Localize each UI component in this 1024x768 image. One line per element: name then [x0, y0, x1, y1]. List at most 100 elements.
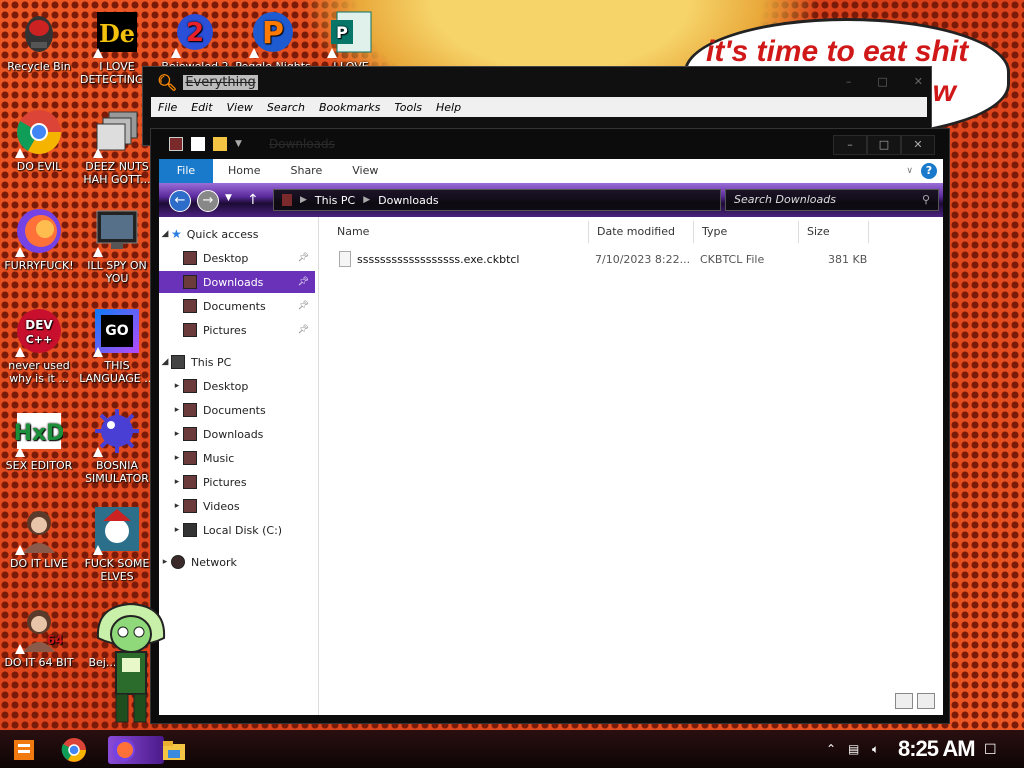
tree-qa-documents[interactable]: Documents 📌︎ [159, 295, 315, 317]
breadcrumb-downloads[interactable]: Downloads [378, 194, 438, 207]
help-icon[interactable]: ? [921, 163, 937, 179]
downloads-folder-icon [183, 275, 197, 289]
desktop-icon-sex-editor[interactable]: HxD SEX EDITOR [0, 407, 78, 472]
column-header-date[interactable]: Date modified [589, 221, 694, 243]
address-bar[interactable]: ▶ This PC ▶ Downloads [273, 189, 721, 211]
desktop-icon-fuck-some-elves[interactable]: FUCK SOME ELVES [78, 505, 156, 583]
tree-pc-desktop[interactable]: ▸ Desktop [159, 375, 315, 397]
chevron-down-icon[interactable]: ▼ [235, 139, 242, 149]
chrome-taskbar-icon[interactable] [60, 736, 88, 764]
pin-icon: 📌︎ [297, 301, 309, 311]
desktop-icon-furryfuck[interactable]: FURRYFUCK! [0, 207, 78, 272]
desktop-icon-do-it-64-bit[interactable]: 64 DO IT 64 BIT [0, 604, 78, 669]
file-list[interactable]: Name Date modified Type Size sssssssssss… [319, 217, 943, 715]
search-input[interactable]: Search Downloads ⚲ [725, 189, 939, 211]
desktop-icon-ill-spy-on-you[interactable]: ILL SPY ON YOU [78, 207, 156, 285]
tree-pc-downloads[interactable]: ▸ Downloads [159, 423, 315, 445]
column-header-type[interactable]: Type [694, 221, 799, 243]
breadcrumb-this-pc[interactable]: This PC [315, 194, 355, 207]
collapse-arrow-icon[interactable]: ▸ [159, 557, 171, 567]
show-hidden-icons-icon[interactable]: ⌃ [826, 742, 836, 756]
tree-qa-desktop[interactable]: Desktop 📌︎ [159, 247, 315, 269]
tree-pc-local-disk[interactable]: ▸ Local Disk (C:) [159, 519, 315, 541]
desktop-icon-dev-cpp[interactable]: DEV C++ never used why is it ... [0, 307, 78, 385]
tree-pc-videos[interactable]: ▸ Videos [159, 495, 315, 517]
tab-home[interactable]: Home [213, 159, 275, 183]
back-button[interactable]: ← [169, 190, 191, 212]
menu-bookmarks[interactable]: Bookmarks [319, 101, 380, 114]
minimize-icon[interactable]: – [846, 75, 852, 88]
menu-search[interactable]: Search [267, 101, 305, 114]
menu-help[interactable]: Help [436, 101, 461, 114]
desktop-icon-recycle-bin[interactable]: Recycle Bin [0, 8, 78, 73]
desktop-icon-this-language[interactable]: GO THIS LANGUAGE ... [78, 307, 156, 385]
new-folder-icon[interactable] [213, 137, 227, 151]
collapse-arrow-icon[interactable]: ▸ [171, 525, 183, 535]
collapse-arrow-icon[interactable]: ▸ [171, 381, 183, 391]
tree-pc-music[interactable]: ▸ Music [159, 447, 315, 469]
large-icons-view-icon[interactable] [917, 693, 935, 709]
up-arrow-icon[interactable]: ↑ [247, 192, 259, 208]
publisher-icon: P [327, 8, 375, 58]
tree-qa-downloads[interactable]: Downloads 📌︎ [159, 271, 315, 293]
navigation-pane[interactable]: ◢ ★ Quick access Desktop 📌︎ Downloads 📌︎… [159, 217, 319, 715]
collapse-arrow-icon[interactable]: ▸ [171, 429, 183, 439]
properties-icon[interactable] [191, 137, 205, 151]
close-icon[interactable]: ✕ [914, 75, 923, 88]
start-button[interactable] [10, 736, 38, 764]
expand-ribbon-icon[interactable]: ∨ [906, 166, 913, 176]
network-icon [171, 555, 185, 569]
bejeweled-icon: 2 [171, 8, 219, 58]
column-header-size[interactable]: Size [799, 221, 869, 243]
file-explorer-taskbar-icon[interactable] [160, 736, 188, 764]
tree-network[interactable]: ▸ Network [159, 551, 315, 573]
menu-tools[interactable]: Tools [394, 101, 422, 114]
minimize-icon[interactable]: – [833, 135, 867, 155]
desktop-icon-do-it-live[interactable]: DO IT LIVE [0, 505, 78, 570]
collapse-arrow-icon[interactable]: ▸ [171, 405, 183, 415]
tree-qa-pictures[interactable]: Pictures 📌︎ [159, 319, 315, 341]
desktop-icon-do-evil[interactable]: DO EVIL [0, 108, 78, 173]
collapse-arrow-icon[interactable]: ▸ [171, 477, 183, 487]
column-header-name[interactable]: Name [329, 221, 589, 243]
tab-file[interactable]: File [159, 159, 213, 183]
tab-view[interactable]: View [337, 159, 393, 183]
expand-arrow-icon[interactable]: ◢ [159, 357, 171, 367]
desktop-icon-bosnia-simulator[interactable]: BOSNIA SIMULATOR [78, 407, 156, 485]
downloads-folder-icon [183, 427, 197, 441]
svg-text:C++: C++ [26, 333, 53, 346]
tree-pc-pictures[interactable]: ▸ Pictures [159, 471, 315, 493]
desktop-icon-bejeweled-2[interactable]: 2 Bejeweled 2 [156, 8, 234, 73]
notifications-icon[interactable]: ☐ [984, 742, 997, 758]
file-type: CKBTCL File [700, 253, 765, 266]
tree-this-pc[interactable]: ◢ This PC [159, 351, 315, 373]
desktop-icon-i-love[interactable]: P I LOVE [312, 8, 390, 73]
maximize-icon[interactable]: □ [867, 135, 901, 155]
close-icon[interactable]: ✕ [901, 135, 935, 155]
maximize-icon[interactable]: □ [877, 75, 887, 88]
recent-locations-icon[interactable]: ▼ [225, 193, 232, 203]
firefox-taskbar-icon[interactable] [108, 736, 164, 764]
tree-pc-documents[interactable]: ▸ Documents [159, 399, 315, 421]
videos-folder-icon [183, 499, 197, 513]
tab-share[interactable]: Share [275, 159, 337, 183]
menu-file[interactable]: File [158, 101, 177, 114]
details-view-icon[interactable] [895, 693, 913, 709]
expand-arrow-icon[interactable]: ◢ [159, 229, 171, 239]
tree-quick-access[interactable]: ◢ ★ Quick access [159, 223, 315, 245]
forward-button[interactable]: → [197, 190, 219, 212]
table-row[interactable]: ssssssssssssssssss.exe.ckbtcl 7/10/2023 … [329, 249, 929, 271]
desktop-icon-peggle-nights[interactable]: P Peggle Nights [234, 8, 312, 73]
explorer-window[interactable]: ▼ Downloads – □ ✕ File Home Share View ∨… [150, 128, 950, 724]
desktop-icon-label: FUCK SOME ELVES [84, 557, 150, 583]
collapse-arrow-icon[interactable]: ▸ [171, 453, 183, 463]
everything-titlebar[interactable]: 🔍︎ Everything [143, 67, 931, 97]
network-tray-icon[interactable]: ▤ [848, 742, 859, 756]
explorer-titlebar[interactable]: ▼ Downloads – □ ✕ [151, 129, 949, 159]
file-name: ssssssssssssssssss.exe.ckbtcl [357, 253, 520, 266]
volume-icon[interactable]: 🔈︎ [872, 742, 879, 757]
menu-edit[interactable]: Edit [191, 101, 212, 114]
taskbar-clock[interactable]: 8:25 AM [898, 736, 976, 762]
collapse-arrow-icon[interactable]: ▸ [171, 501, 183, 511]
menu-view[interactable]: View [227, 101, 253, 114]
